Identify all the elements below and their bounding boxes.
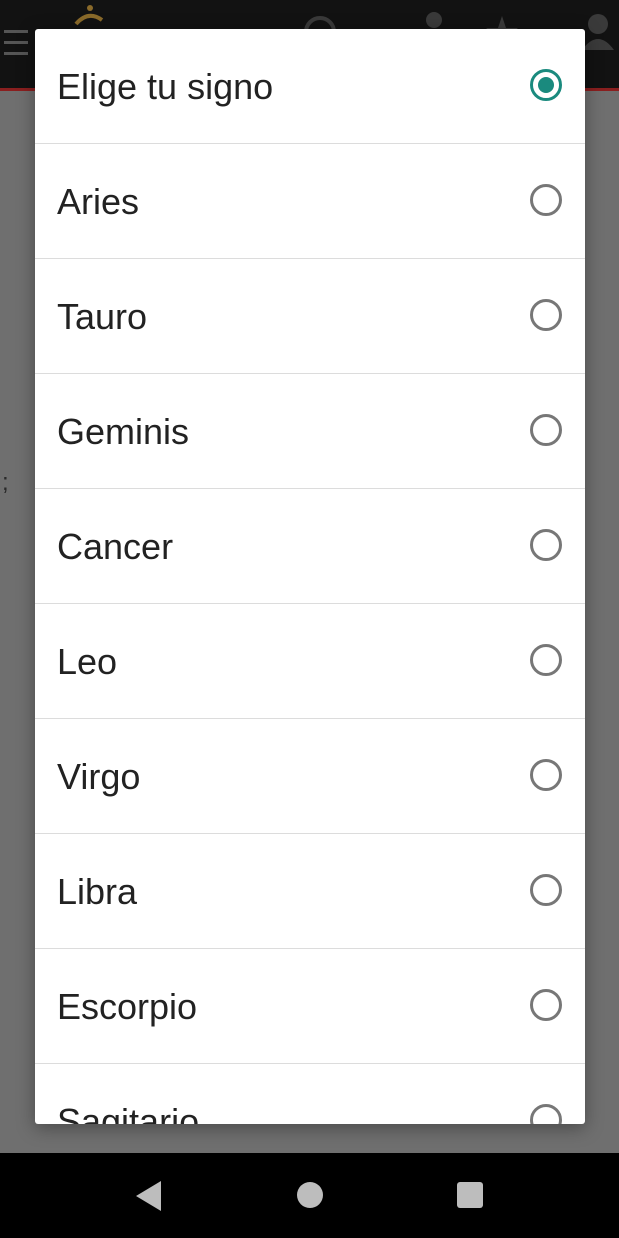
radio-checked-icon[interactable] bbox=[530, 69, 562, 101]
radio-unchecked-icon[interactable] bbox=[530, 644, 562, 676]
recents-icon[interactable] bbox=[457, 1182, 483, 1208]
radio-unchecked-icon[interactable] bbox=[530, 874, 562, 906]
option-label: Libra bbox=[57, 871, 138, 912]
radio-unchecked-icon[interactable] bbox=[530, 299, 562, 331]
radio-unchecked-icon[interactable] bbox=[530, 989, 562, 1021]
radio-unchecked-icon[interactable] bbox=[530, 1104, 562, 1124]
option-virgo[interactable]: Virgo bbox=[35, 719, 585, 834]
option-sagitario[interactable]: Sagitario bbox=[35, 1064, 585, 1124]
radio-unchecked-icon[interactable] bbox=[530, 529, 562, 561]
option-geminis[interactable]: Geminis bbox=[35, 374, 585, 489]
option-label: Cancer bbox=[57, 526, 174, 567]
back-icon[interactable] bbox=[136, 1181, 161, 1211]
sign-picker-dialog: Elige tu signo Aries Tauro Geminis Cance… bbox=[35, 29, 585, 1124]
option-tauro[interactable]: Tauro bbox=[35, 259, 585, 374]
option-label: Tauro bbox=[57, 296, 148, 337]
option-label: Virgo bbox=[57, 756, 141, 797]
option-cancer[interactable]: Cancer bbox=[35, 489, 585, 604]
background-text: ; bbox=[2, 469, 9, 496]
navigation-bar bbox=[0, 1153, 619, 1238]
logo-icon bbox=[74, 5, 104, 26]
radio-unchecked-icon[interactable] bbox=[530, 184, 562, 216]
option-leo[interactable]: Leo bbox=[35, 604, 585, 719]
menu-icon[interactable] bbox=[4, 30, 28, 58]
option-elige-tu-signo[interactable]: Elige tu signo bbox=[35, 29, 585, 144]
option-label: Sagitario bbox=[57, 1101, 200, 1124]
option-label: Escorpio bbox=[57, 986, 198, 1027]
option-label: Geminis bbox=[57, 411, 190, 452]
radio-unchecked-icon[interactable] bbox=[530, 759, 562, 791]
option-libra[interactable]: Libra bbox=[35, 834, 585, 949]
option-label: Elige tu signo bbox=[57, 66, 274, 107]
option-label: Leo bbox=[57, 641, 118, 682]
screen: ; Elige tu signo Aries Tauro Geminis Can… bbox=[0, 0, 619, 1238]
option-label: Aries bbox=[57, 181, 140, 222]
option-escorpio[interactable]: Escorpio bbox=[35, 949, 585, 1064]
option-aries[interactable]: Aries bbox=[35, 144, 585, 259]
radio-unchecked-icon[interactable] bbox=[530, 414, 562, 446]
home-icon[interactable] bbox=[297, 1182, 323, 1208]
